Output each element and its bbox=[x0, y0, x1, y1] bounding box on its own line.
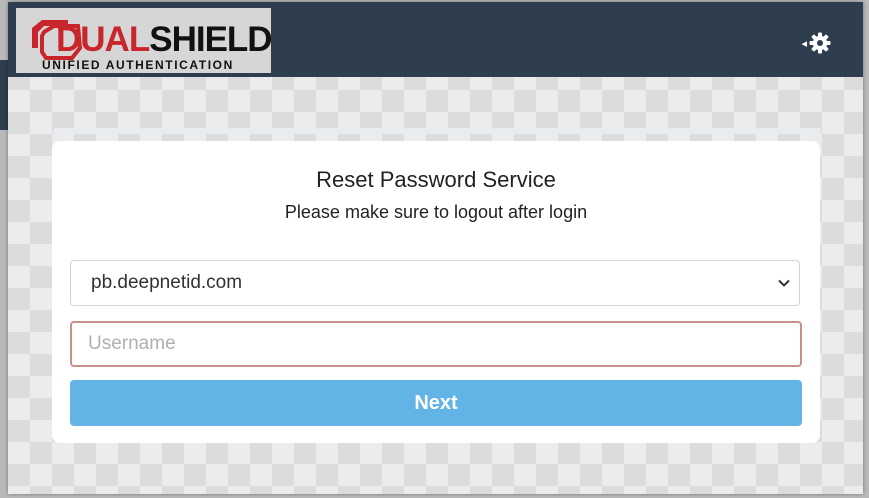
domain-select-value: pb.deepnetid.com bbox=[91, 272, 243, 293]
logo-word-shield: SHIELD bbox=[149, 20, 272, 59]
card-title: Reset Password Service bbox=[316, 167, 556, 192]
progress-track bbox=[53, 128, 821, 134]
logo-word-dual: DUAL bbox=[56, 20, 150, 59]
card-subtitle: Please make sure to logout after login bbox=[284, 202, 588, 222]
settings-button[interactable]: ◂ bbox=[794, 30, 832, 56]
gear-icon bbox=[809, 32, 831, 54]
domain-select[interactable]: pb.deepnetid.com bbox=[70, 260, 800, 306]
reset-password-dialog: DUALSHIELD UNIFIED AUTHENTICATION ◂ Rese… bbox=[8, 2, 863, 494]
username-input[interactable] bbox=[70, 321, 802, 367]
top-bar: DUALSHIELD UNIFIED AUTHENTICATION ◂ bbox=[8, 2, 863, 77]
dualshield-logo: DUALSHIELD UNIFIED AUTHENTICATION bbox=[16, 8, 273, 73]
next-button[interactable]: Next bbox=[70, 380, 802, 426]
chevron-down-icon bbox=[778, 279, 790, 287]
logo-wordmark: DUALSHIELD bbox=[56, 20, 273, 59]
logo-tagline: UNIFIED AUTHENTICATION bbox=[42, 58, 234, 72]
caret-left-icon: ◂ bbox=[801, 37, 807, 50]
reset-card: Reset Password Service Please make sure … bbox=[52, 141, 820, 443]
